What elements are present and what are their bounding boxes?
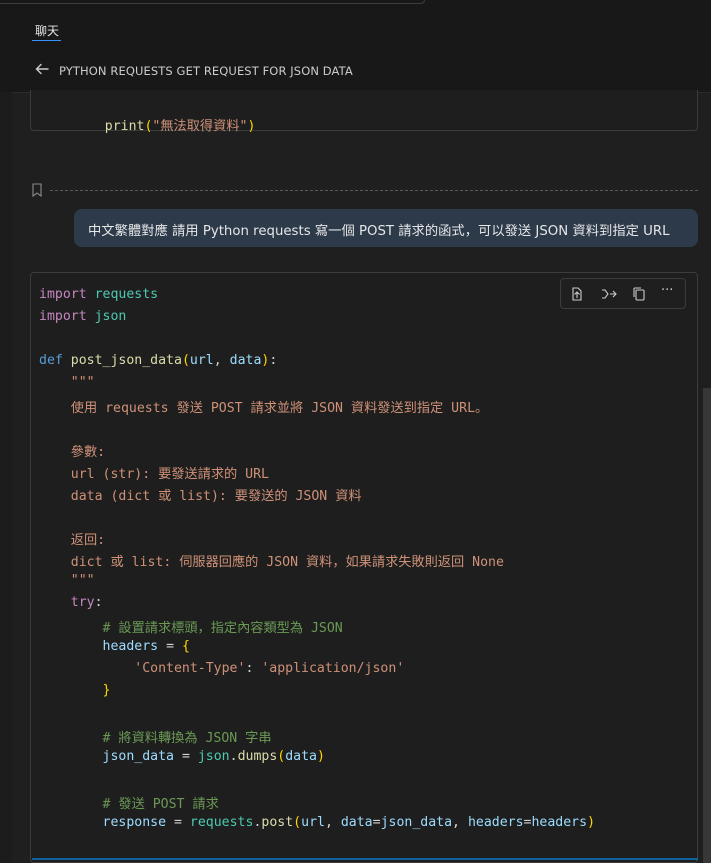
code-line: """ <box>70 573 95 588</box>
previous-code-line: print("無法取得資料") <box>104 119 256 134</box>
arrow-left-icon[interactable] <box>34 61 50 77</box>
code-line: json_data = json.dumps(data) <box>102 749 325 764</box>
code-line: } <box>102 683 111 698</box>
code-line: 返回: <box>70 533 106 548</box>
scrollbar-thumb[interactable] <box>703 388 711 863</box>
insert-at-cursor-icon[interactable] <box>569 286 585 302</box>
chat-title: PYTHON REQUESTS GET REQUEST FOR JSON DAT… <box>59 64 353 78</box>
code-line: dict 或 list: 伺服器回應的 JSON 資料，如果請求失敗則返回 No… <box>70 555 504 570</box>
code-line: 參數: <box>70 445 106 460</box>
chat-header: PYTHON REQUESTS GET REQUEST FOR JSON DAT… <box>0 44 711 93</box>
code-line: # 將資料轉換為 JSON 字串 <box>102 731 272 746</box>
code-line: # 發送 POST 請求 <box>102 797 219 812</box>
code-line: data (dict 或 list): 要發送的 JSON 資料 <box>70 489 362 504</box>
insert-into-new-file-icon[interactable] <box>601 286 617 302</box>
code-line: try: <box>70 595 103 610</box>
code-line: import json <box>39 309 127 324</box>
code-line: """ <box>70 375 95 390</box>
code-block: import requests import json def post_json_… <box>30 272 698 863</box>
user-message-text: 中文繁體對應 請用 Python requests 寫一個 POST 請求的函式… <box>88 224 670 239</box>
code-line: response = requests.post(url, data=json_… <box>102 815 596 830</box>
bookmark-icon[interactable] <box>31 183 43 197</box>
code-line: url (str): 要發送請求的 URL <box>70 467 269 482</box>
code-toolbar: ··· <box>560 278 686 309</box>
focus-accent-bar <box>32 858 698 860</box>
user-message-bubble: 中文繁體對應 請用 Python requests 寫一個 POST 請求的函式… <box>74 209 698 247</box>
tab-strip-edge <box>0 0 425 4</box>
copy-icon[interactable] <box>631 286 647 302</box>
tab-chat[interactable]: 聊天 <box>35 22 59 39</box>
code-line: def post_json_data(url, data): <box>39 353 278 368</box>
active-tab-indicator <box>32 40 61 41</box>
more-actions-icon[interactable]: ··· <box>661 283 677 299</box>
code-line: # 設置請求標頭，指定內容類型為 JSON <box>102 621 343 636</box>
code-line: import requests <box>39 287 159 302</box>
title-strip <box>0 0 711 10</box>
left-rail <box>0 92 12 863</box>
code-line: 使用 requests 發送 POST 請求並將 JSON 資料發送到指定 UR… <box>70 401 489 416</box>
code-line: 'Content-Type': 'application/json' <box>134 661 405 676</box>
message-divider <box>50 190 698 191</box>
panel-tab-bar: 聊天 <box>0 10 711 44</box>
previous-code-block: print("無法取得資料") <box>30 90 698 134</box>
code-line: headers = { <box>102 639 190 654</box>
